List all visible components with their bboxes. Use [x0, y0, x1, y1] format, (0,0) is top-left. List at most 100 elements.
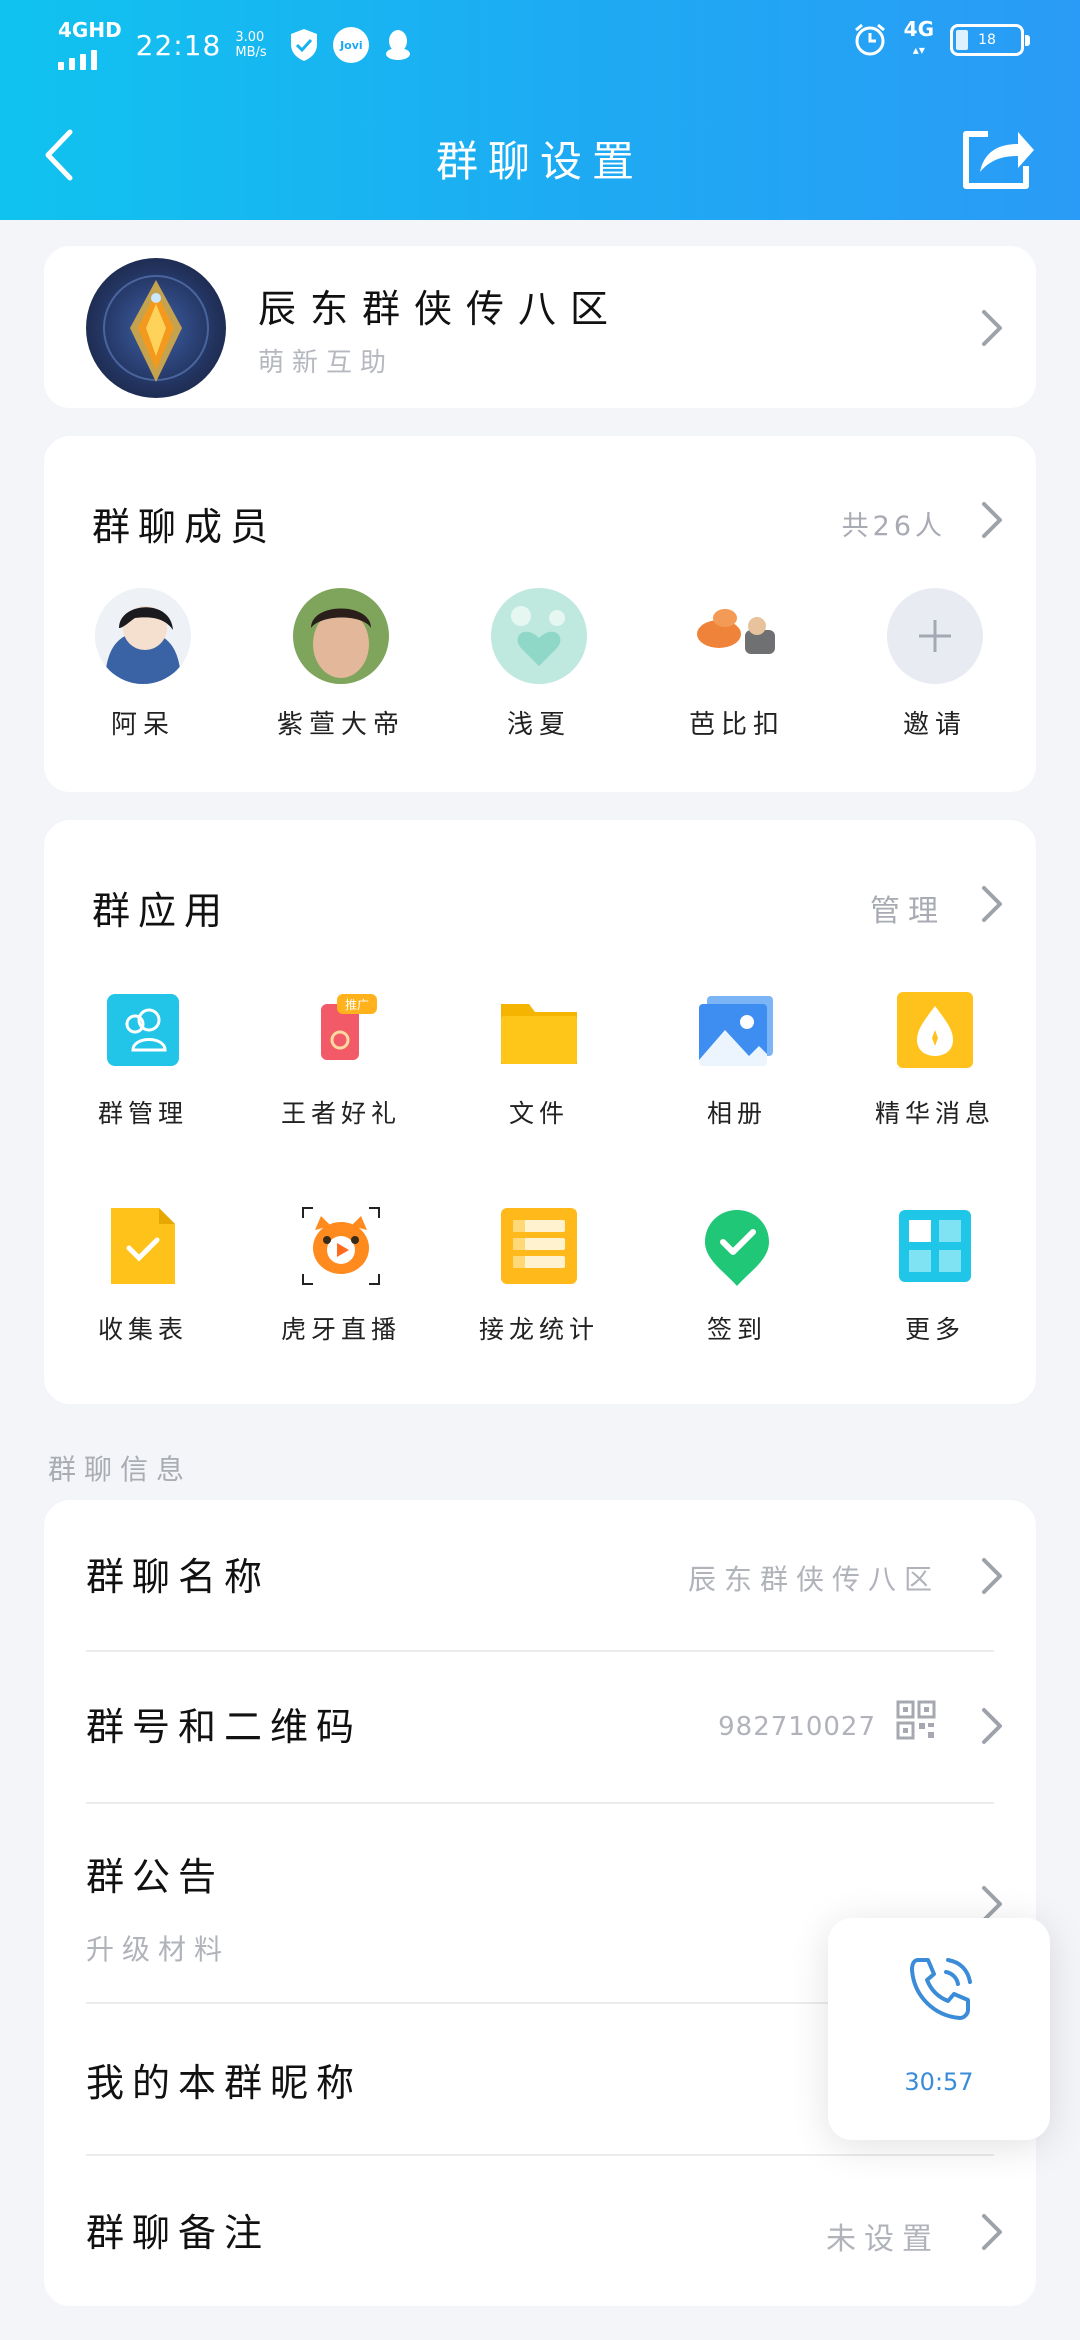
group-name-row[interactable]: 群聊名称 辰东群侠传八区 [44, 1500, 1036, 1650]
signal-bars-icon [58, 40, 97, 70]
member-list: 阿呆 紫萱大帝 浅夏 芭比扣 邀请 [44, 586, 1036, 740]
chevron-right-icon [982, 1558, 1002, 1594]
app-name: 相册 [706, 1099, 767, 1128]
group-notice-label: 群公告 [86, 1855, 225, 1899]
floating-call-window[interactable]: 30:57 [828, 1918, 1050, 2140]
essence-icon [897, 992, 973, 1068]
member-item[interactable]: 紫萱大帝 [242, 586, 440, 740]
gift-icon: 推广 [321, 994, 377, 1060]
app-album[interactable]: 相册 [638, 990, 836, 1206]
checkin-icon [705, 1210, 769, 1286]
group-number-label: 群号和二维码 [86, 1705, 363, 1749]
group-name-value: 辰东群侠传八区 [687, 1563, 940, 1596]
share-button[interactable] [956, 116, 1036, 196]
member-name: 芭比扣 [688, 710, 785, 740]
more-icon [899, 1210, 971, 1282]
mobile-network: 4G ▴▾ [903, 17, 934, 57]
qq-icon [383, 28, 413, 62]
member-avatar [293, 588, 389, 684]
chevron-right-icon [982, 886, 1002, 922]
invite-button[interactable]: 邀请 [836, 586, 1034, 740]
group-info-card: 群聊名称 辰东群侠传八区 群号和二维码 982710027 群公告 升级材料 我… [44, 1500, 1036, 2306]
chevron-right-icon [982, 310, 1002, 346]
app-grid: 群管理 推广 王者好礼 文件 相册 精华消息 收集表 虎牙直播 接龙统计 签到 … [44, 990, 1036, 1422]
qr-code-icon [896, 1700, 936, 1740]
chevron-right-icon [982, 502, 1002, 538]
app-huya-live[interactable]: 虎牙直播 [242, 1206, 440, 1422]
app-more[interactable]: 更多 [836, 1206, 1034, 1422]
app-king-gift[interactable]: 推广 王者好礼 [242, 990, 440, 1206]
share-icon [963, 131, 1034, 189]
jovi-icon: Jovi [333, 27, 370, 63]
app-files[interactable]: 文件 [440, 990, 638, 1206]
shield-icon [289, 28, 319, 62]
group-name-label: 群聊名称 [86, 1555, 271, 1599]
apps-manage-label: 管理 [870, 894, 946, 929]
group-profile-card[interactable]: 辰东群侠传八区 萌新互助 [44, 246, 1036, 408]
app-essence[interactable]: 精华消息 [836, 990, 1034, 1206]
speed-value: 3.00 [235, 30, 265, 45]
members-title: 群聊成员 [92, 505, 277, 549]
clock: 22:18 [135, 28, 222, 62]
signal-indicator: 4GHD [58, 20, 122, 70]
app-name: 文件 [508, 1099, 569, 1128]
group-name: 辰东群侠传八区 [258, 287, 623, 331]
app-name: 签到 [706, 1315, 767, 1344]
battery-level: 18 [978, 31, 996, 48]
section-label-group-info: 群聊信息 [48, 1453, 193, 1486]
folder-icon [501, 1004, 577, 1064]
group-subtitle: 萌新互助 [258, 348, 395, 378]
group-number-value: 982710027 [718, 1712, 876, 1742]
member-name: 浅夏 [506, 710, 571, 740]
group-remark-value: 未设置 [826, 2222, 940, 2257]
call-duration: 30:57 [904, 2068, 974, 2096]
chevron-right-icon [982, 2214, 1002, 2250]
members-count: 共26人 [841, 511, 946, 542]
member-item[interactable]: 芭比扣 [638, 586, 836, 740]
my-nickname-label: 我的本群昵称 [86, 2061, 363, 2105]
alarm-icon [852, 22, 888, 58]
app-name: 精华消息 [874, 1099, 995, 1128]
members-count-link[interactable]: 共26人 [806, 496, 1006, 546]
phone-icon [910, 1958, 972, 2020]
invite-label: 邀请 [902, 710, 967, 740]
members-card: 群聊成员 共26人 阿呆 紫萱大帝 浅夏 芭比扣 邀请 [44, 436, 1036, 792]
speed-unit: MB/s [235, 45, 267, 60]
battery-icon: 18 [950, 23, 1030, 56]
network-type: 4GHD [58, 18, 122, 42]
apps-manage-link[interactable]: 管理 [846, 880, 1006, 930]
form-icon [111, 1208, 175, 1284]
member-name: 紫萱大帝 [276, 710, 405, 740]
member-name: 阿呆 [110, 710, 175, 740]
group-notice-value: 升级材料 [86, 1933, 231, 1966]
invite-avatar [887, 588, 983, 684]
album-icon [699, 996, 773, 1066]
app-chain-stats[interactable]: 接龙统计 [440, 1206, 638, 1422]
member-item[interactable]: 阿呆 [44, 586, 242, 740]
app-group-manage[interactable]: 群管理 [44, 990, 242, 1206]
app-name: 收集表 [97, 1315, 188, 1344]
group-manage-icon [107, 994, 179, 1066]
group-remark-label: 群聊备注 [86, 2211, 271, 2255]
app-name: 更多 [904, 1315, 965, 1344]
app-collect-form[interactable]: 收集表 [44, 1206, 242, 1422]
network-speed: 3.00 MB/s [235, 30, 275, 60]
app-name: 群管理 [97, 1099, 188, 1128]
chain-icon [501, 1208, 577, 1284]
group-apps-card: 群应用 管理 群管理 推广 王者好礼 文件 相册 精华消息 收集表 虎牙直播 接… [44, 820, 1036, 1404]
huya-icon [302, 1207, 380, 1285]
member-avatar [95, 588, 191, 684]
chevron-right-icon [982, 1708, 1002, 1744]
status-bar: 4GHD 22:18 3.00 MB/s Jovi 4G ▴▾ 18 [0, 0, 1080, 84]
header-bar: 4GHD 22:18 3.00 MB/s Jovi 4G ▴▾ 18 群聊设置 [0, 0, 1080, 220]
group-number-qr-row[interactable]: 群号和二维码 982710027 [44, 1652, 1036, 1802]
member-avatar [689, 588, 785, 684]
app-name: 王者好礼 [280, 1099, 401, 1128]
group-avatar [86, 258, 226, 398]
app-name: 虎牙直播 [280, 1315, 401, 1344]
app-checkin[interactable]: 签到 [638, 1206, 836, 1422]
member-avatar [491, 588, 587, 684]
page-title: 群聊设置 [435, 137, 644, 186]
group-remark-row[interactable]: 群聊备注 未设置 [44, 2156, 1036, 2306]
member-item[interactable]: 浅夏 [440, 586, 638, 740]
